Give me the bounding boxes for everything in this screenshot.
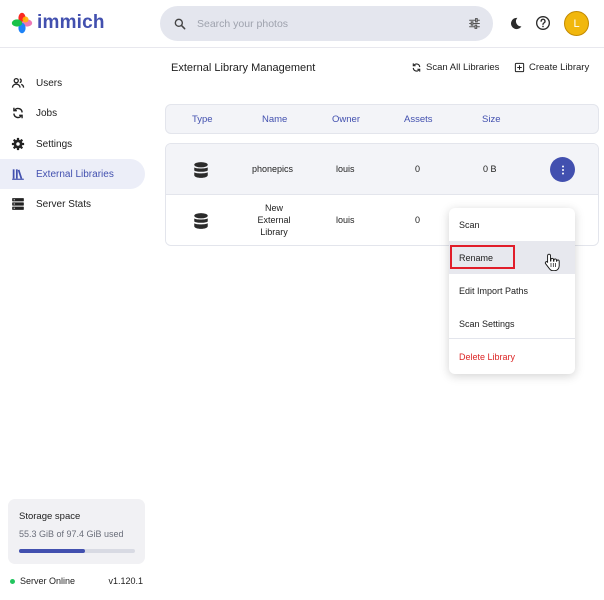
scan-all-button[interactable]: Scan All Libraries	[411, 62, 499, 73]
library-options-button[interactable]	[550, 157, 575, 182]
sidebar-item-external-libraries[interactable]: External Libraries	[0, 159, 145, 189]
search-icon[interactable]	[173, 17, 187, 31]
help-button[interactable]	[533, 13, 553, 33]
column-header-owner: Owner	[332, 114, 360, 125]
immich-logo-icon	[11, 12, 33, 34]
menu-item-scan[interactable]: Scan	[449, 208, 575, 241]
library-assets: 0	[415, 164, 421, 174]
status-dot	[10, 579, 15, 584]
hand-cursor-icon	[544, 253, 560, 271]
create-library-label: Create Library	[529, 62, 590, 73]
sidebar-item-label: Users	[36, 77, 63, 89]
database-icon	[194, 213, 208, 229]
sidebar-item-jobs[interactable]: Jobs	[0, 98, 145, 128]
search-bar[interactable]	[160, 6, 493, 41]
sync-icon	[13, 107, 23, 119]
sidebar-item-users[interactable]: Users	[0, 68, 145, 98]
user-avatar[interactable]: L	[564, 11, 589, 36]
library-context-menu: Scan Rename Edit Import Paths Scan Setti…	[449, 208, 575, 374]
library-owner: louis	[336, 164, 355, 174]
library-owner: louis	[336, 215, 355, 225]
storage-bar-fill	[19, 549, 85, 553]
library-name-line: External	[257, 215, 291, 225]
users-icon	[11, 77, 25, 88]
library-name: phonepics	[252, 164, 294, 174]
server-status: Server Online v1.120.1	[10, 576, 143, 588]
sidebar-item-settings[interactable]: Settings	[0, 129, 145, 159]
menu-item-scan-settings[interactable]: Scan Settings	[449, 307, 575, 340]
column-header-size: Size	[482, 114, 501, 125]
sidebar-item-server-stats[interactable]: Server Stats	[0, 189, 145, 219]
search-input[interactable]	[197, 17, 447, 30]
immich-logo[interactable]: immich	[11, 12, 105, 34]
library-icon	[12, 169, 24, 180]
storage-panel: Storage space 55.3 GiB of 97.4 GiB used	[8, 499, 145, 564]
library-name-line: Library	[260, 227, 288, 237]
sidebar-item-label: Jobs	[36, 107, 58, 119]
sidebar-item-label: Settings	[36, 138, 73, 150]
server-status-text: Server Online	[20, 576, 76, 586]
plus-box-icon	[514, 62, 525, 73]
column-header-type: Type	[192, 114, 213, 125]
library-name: New External Library	[254, 202, 294, 238]
column-header-assets: Assets	[404, 114, 433, 125]
help-icon	[536, 16, 550, 30]
dots-vertical-icon	[561, 165, 564, 174]
sync-icon	[412, 63, 421, 72]
table-header: Type Name Owner Assets Size	[165, 104, 599, 134]
gear-icon	[11, 137, 25, 151]
sidebar-item-label: External Libraries	[36, 168, 114, 180]
menu-divider	[449, 338, 575, 339]
server-version: v1.120.1	[108, 576, 143, 586]
database-icon	[194, 162, 208, 178]
library-size: 0 B	[483, 164, 497, 174]
storage-title: Storage space	[19, 511, 81, 522]
storage-bar	[19, 549, 135, 553]
search-options-icon[interactable]	[468, 17, 481, 30]
menu-item-delete-library[interactable]: Delete Library	[449, 340, 575, 373]
menu-item-edit-import-paths[interactable]: Edit Import Paths	[449, 274, 575, 307]
app-name: immich	[37, 12, 105, 33]
storage-usage: 55.3 GiB of 97.4 GiB used	[19, 529, 124, 539]
theme-toggle-button[interactable]	[505, 13, 525, 33]
create-library-button[interactable]: Create Library	[514, 62, 589, 73]
moon-icon	[510, 17, 521, 29]
scan-all-label: Scan All Libraries	[426, 62, 500, 73]
table-row: phonepics louis 0 0 B	[166, 144, 598, 195]
page-title: External Library Management	[171, 62, 316, 74]
library-name-line: New	[264, 203, 283, 213]
server-icon	[12, 198, 24, 210]
sidebar-item-label: Server Stats	[36, 198, 92, 210]
library-assets: 0	[415, 215, 421, 225]
highlight-box	[450, 245, 515, 269]
top-bar: immich L	[0, 0, 604, 48]
column-header-name: Name	[262, 114, 288, 125]
